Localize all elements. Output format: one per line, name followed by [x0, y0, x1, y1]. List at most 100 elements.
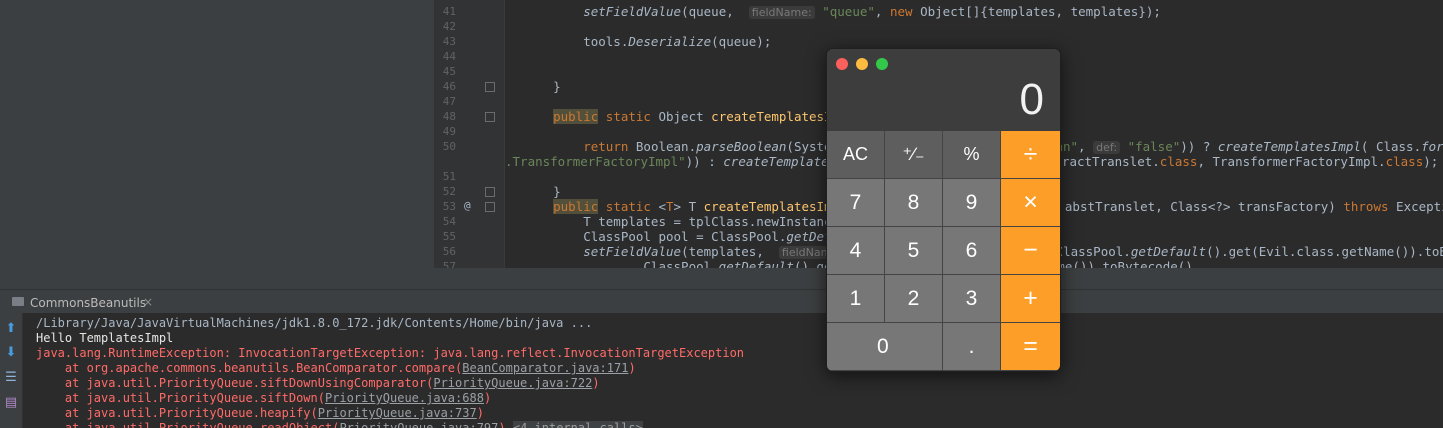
- equals-button[interactable]: =: [1001, 323, 1060, 371]
- minimize-window-button[interactable]: [856, 58, 868, 70]
- digit-6-button[interactable]: 6: [943, 227, 1001, 275]
- calculator-titlebar: 0: [827, 49, 1060, 131]
- code-token: T templates = tplClass.newInstance();: [523, 214, 862, 229]
- soft-wrap-icon[interactable]: ☰: [3, 370, 19, 386]
- console-line: at java.util.PriorityQueue.siftDownUsing…: [36, 376, 600, 391]
- digit-5-button[interactable]: 5: [885, 227, 943, 275]
- digit-0-button[interactable]: 0: [827, 323, 943, 371]
- divide-button[interactable]: ÷: [1001, 131, 1060, 179]
- code-token: Object: [650, 109, 712, 124]
- console-text: at java.util.PriorityQueue.siftDownUsing…: [36, 376, 434, 390]
- console-text: ): [628, 361, 636, 375]
- digit-7-button[interactable]: 7: [827, 179, 885, 227]
- code-token: Boolean.: [628, 139, 697, 154]
- digit-1-button[interactable]: 1: [827, 275, 885, 323]
- console-text: at org.apache.commons.beanutils.BeanComp…: [36, 361, 463, 375]
- line-number: 50: [442, 140, 456, 153]
- code-token: static: [605, 199, 651, 214]
- code-line[interactable]: }: [523, 184, 561, 199]
- console-text: java.lang.RuntimeException: InvocationTa…: [36, 346, 745, 360]
- run-toolbar: ⬆ ⬇ ☰ ▤: [0, 313, 23, 428]
- code-token: <: [650, 199, 667, 214]
- console-text: ): [483, 391, 492, 405]
- digit-8-button[interactable]: 8: [885, 179, 943, 227]
- scroll-to-end-icon[interactable]: ▤: [3, 395, 19, 411]
- decimal-point-button[interactable]: .: [943, 323, 1001, 371]
- console-line: Hello TemplatesImpl: [36, 331, 173, 346]
- console-text: ): [592, 376, 600, 390]
- code-token: Object[]{templates, templates});: [912, 4, 1161, 19]
- digit-2-button[interactable]: 2: [885, 275, 943, 323]
- console-text: at java.util.PriorityQueue.heapify(: [36, 406, 318, 420]
- console-text: ): [476, 406, 484, 420]
- tab-commonsbeanutils[interactable]: CommonsBeanutils: [30, 296, 146, 310]
- run-config-icon: [12, 297, 24, 306]
- fold-marker-icon[interactable]: [485, 187, 495, 197]
- close-tab-icon[interactable]: ×: [143, 295, 153, 309]
- code-token: ( Class.: [1360, 139, 1422, 154]
- code-token: Exception {: [1396, 199, 1443, 214]
- digit-9-button[interactable]: 9: [943, 179, 1001, 227]
- digit-3-button[interactable]: 3: [943, 275, 1001, 323]
- minus-button[interactable]: −: [1001, 227, 1060, 275]
- sign-toggle-button[interactable]: ⁺∕₋: [885, 131, 943, 179]
- close-window-button[interactable]: [836, 58, 848, 70]
- fold-marker-icon[interactable]: [485, 112, 495, 122]
- code-token: }: [523, 79, 561, 94]
- stack-trace-link[interactable]: PriorityQueue.java:797: [339, 421, 498, 428]
- zoom-window-button[interactable]: [876, 58, 888, 70]
- plus-button[interactable]: +: [1001, 275, 1060, 323]
- code-line[interactable]: T templates = tplClass.newInstance();: [523, 214, 862, 229]
- line-number: 42: [442, 20, 456, 33]
- down-arrow-icon[interactable]: ⬇: [3, 345, 19, 361]
- run-console[interactable]: /Library/Java/JavaVirtualMachines/jdk1.8…: [23, 313, 1443, 428]
- clear-button[interactable]: AC: [827, 131, 885, 179]
- stack-trace-link[interactable]: PriorityQueue.java:688: [325, 391, 484, 405]
- console-line: /Library/Java/JavaVirtualMachines/jdk1.8…: [36, 316, 592, 331]
- code-token: )) :: [685, 154, 724, 169]
- stack-trace-link[interactable]: PriorityQueue.java:722: [433, 376, 592, 390]
- code-token: ClassPool.: [523, 259, 719, 268]
- line-number: 43: [442, 35, 456, 48]
- stack-trace-link[interactable]: PriorityQueue.java:737: [318, 406, 477, 420]
- line-number: 53: [442, 200, 456, 213]
- code-token: new: [889, 4, 913, 19]
- override-marker-icon[interactable]: @: [464, 199, 471, 212]
- up-arrow-icon[interactable]: ⬆: [3, 321, 19, 337]
- fold-marker-icon[interactable]: [485, 82, 495, 92]
- code-line[interactable]: }: [523, 79, 561, 94]
- code-token: throws: [1343, 199, 1389, 214]
- line-number: 48: [442, 110, 456, 123]
- line-number: 52: [442, 185, 456, 198]
- code-token: return: [583, 139, 629, 154]
- line-number: 54: [442, 215, 456, 228]
- code-token: Deserialize: [628, 34, 712, 49]
- code-token: ().get(Evil.class.getName()).toBytecode(…: [1206, 244, 1443, 259]
- multiply-button[interactable]: ×: [1001, 179, 1060, 227]
- calculator-window: 0 AC ⁺∕₋ % ÷ 7 8 9 × 4 5 6 − 1 2 3 + 0 .…: [826, 48, 1061, 372]
- line-number: 45: [442, 65, 456, 78]
- internal-calls-badge[interactable]: <4 internal calls>: [512, 421, 643, 428]
- code-token: ClassPool pool = ClassPool.: [523, 229, 787, 244]
- code-token: parseBoolean: [696, 139, 787, 154]
- code-token: > T: [673, 199, 704, 214]
- code-line[interactable]: tools.Deserialize(queue);: [523, 34, 771, 49]
- code-line[interactable]: setFieldValue(queue, fieldName: "queue",…: [523, 4, 1161, 19]
- fold-marker-icon[interactable]: [485, 202, 495, 212]
- code-token: public: [553, 199, 599, 214]
- stack-trace-link[interactable]: BeanComparator.java:171: [462, 361, 628, 375]
- percent-button[interactable]: %: [943, 131, 1001, 179]
- console-text: at java.util.PriorityQueue.readObject(: [36, 421, 340, 428]
- code-token: getDefault: [718, 259, 794, 268]
- code-token: createTemplatesImpl: [1217, 139, 1361, 154]
- code-token: );: [1423, 154, 1439, 169]
- digit-4-button[interactable]: 4: [827, 227, 885, 275]
- code-token: "false": [1127, 139, 1181, 154]
- line-number: 41: [442, 5, 456, 18]
- code-token: )) ?: [1180, 139, 1218, 154]
- code-token: .TransformerFactoryImpl": [505, 154, 686, 169]
